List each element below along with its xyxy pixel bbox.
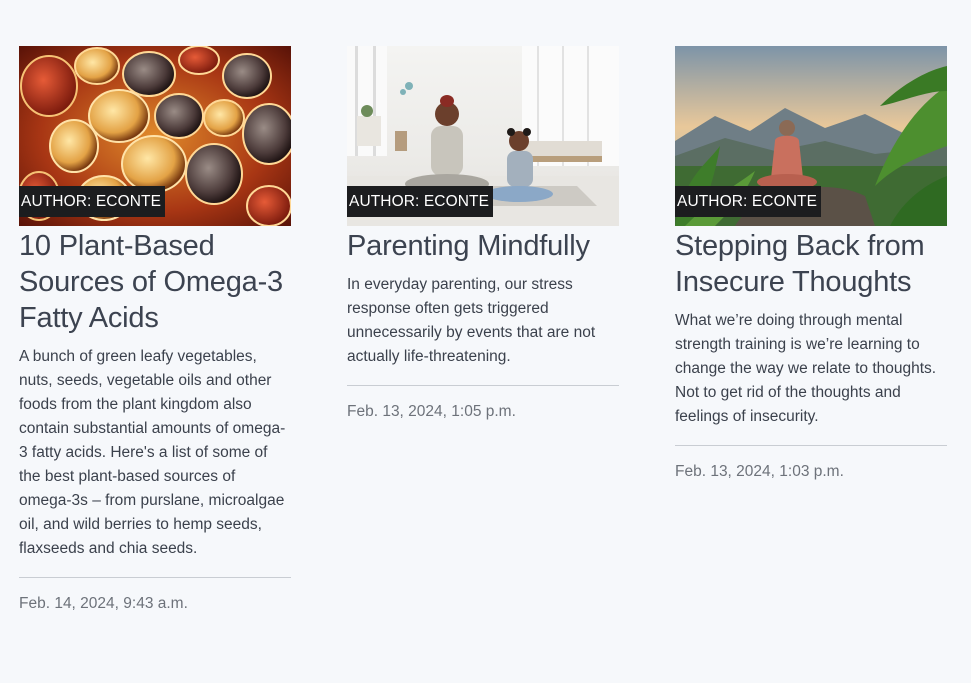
post-excerpt: In everyday parenting, our stress respon… [347,276,596,365]
post-card: AUTHOR: ECONTE 10 Plant-Based Sources of… [19,46,291,614]
author-badge: AUTHOR: ECONTE [347,186,494,217]
author-badge: AUTHOR: ECONTE [19,186,166,217]
post-excerpt: What we’re doing through mental strength… [675,312,937,425]
post-card: AUTHOR: ECONTE Stepping Back from Insecu… [675,46,947,614]
post-date: Feb. 13, 2024, 1:05 p.m. [347,403,516,420]
divider [19,577,291,578]
post-title[interactable]: 10 Plant-Based Sources of Omega-3 Fatty … [19,228,291,336]
post-date: Feb. 14, 2024, 9:43 a.m. [19,595,188,612]
post-card: AUTHOR: ECONTE Parenting Mindfully In ev… [347,46,619,614]
divider [675,445,947,446]
post-date: Feb. 13, 2024, 1:03 p.m. [675,463,844,480]
post-title[interactable]: Parenting Mindfully [347,228,619,264]
post-title[interactable]: Stepping Back from Insecure Thoughts [675,228,947,300]
post-thumbnail-omega3[interactable]: AUTHOR: ECONTE [19,46,291,226]
author-badge: AUTHOR: ECONTE [675,186,822,217]
divider [347,385,619,386]
post-thumbnail-parenting[interactable]: AUTHOR: ECONTE [347,46,619,226]
post-thumbnail-insecure-thoughts[interactable]: AUTHOR: ECONTE [675,46,947,226]
post-excerpt: A bunch of green leafy vegetables, nuts,… [19,348,286,557]
post-grid: AUTHOR: ECONTE 10 Plant-Based Sources of… [19,46,947,614]
